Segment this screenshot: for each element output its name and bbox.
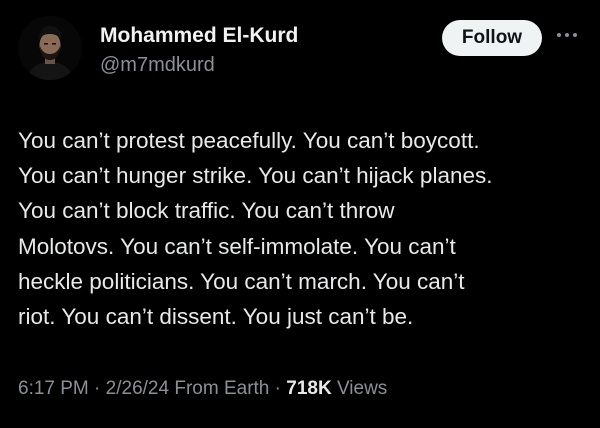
tweet-card: Mohammed El-Kurd @m7mdkurd Follow You ca… bbox=[0, 0, 600, 428]
follow-button[interactable]: Follow bbox=[442, 20, 542, 56]
avatar-portrait-icon bbox=[18, 16, 82, 80]
tweet-time[interactable]: 6:17 PM bbox=[18, 378, 89, 399]
tweet-date[interactable]: 2/26/24 bbox=[106, 378, 169, 399]
meta-separator: · bbox=[274, 378, 281, 399]
tweet-line: You can’t hunger strike. You can’t hijac… bbox=[18, 163, 493, 189]
more-horizontal-icon bbox=[557, 33, 577, 37]
tweet-text: You can’t protest peacefully. You can’t … bbox=[18, 123, 590, 334]
views-label: Views bbox=[336, 378, 388, 399]
tweet-line: You can’t protest peacefully. You can’t … bbox=[18, 128, 480, 153]
author-display-name[interactable]: Mohammed El-Kurd bbox=[100, 24, 298, 48]
meta-separator: · bbox=[94, 378, 101, 399]
tweet-line: heckle politicians. You can’t march. You… bbox=[18, 268, 465, 294]
views-count[interactable]: 718K bbox=[286, 378, 331, 399]
tweet-source: From Earth bbox=[174, 378, 270, 399]
tweet-line: riot. You can’t dissent. You just can’t … bbox=[18, 304, 414, 330]
author-handle[interactable]: @m7mdkurd bbox=[100, 54, 215, 77]
avatar[interactable] bbox=[18, 16, 82, 80]
tweet-meta: 6:17 PM · 2/26/24 From Earth · 718K View… bbox=[18, 378, 387, 400]
more-options-button[interactable] bbox=[554, 26, 580, 44]
tweet-line: Molotovs. You can’t self-immolate. You c… bbox=[18, 233, 456, 259]
tweet-line: You can’t block traffic. You can’t throw bbox=[18, 198, 395, 224]
